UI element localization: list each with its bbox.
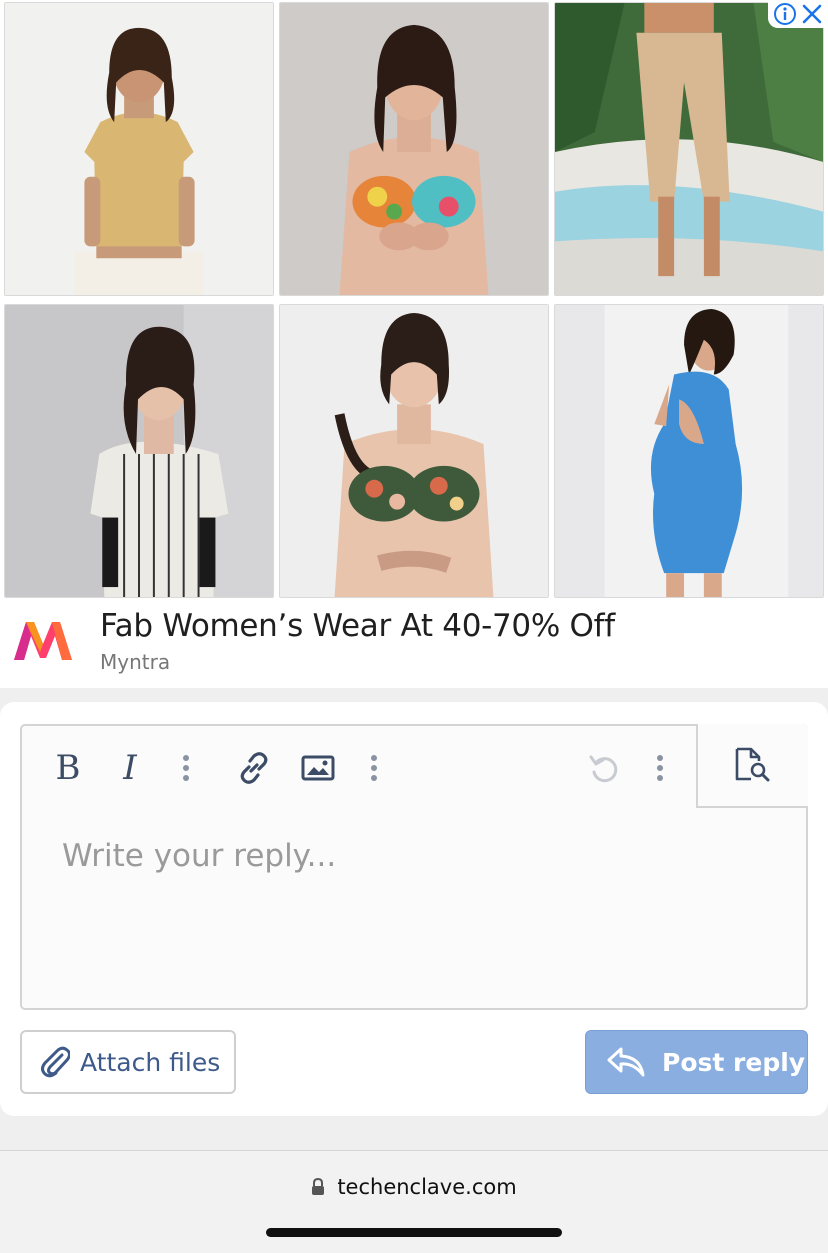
ad-banner[interactable]: Fab Women’s Wear At 40-70% Off Myntra	[0, 0, 828, 688]
more-insert-options-button[interactable]	[350, 744, 398, 792]
italic-button[interactable]: I	[106, 744, 154, 792]
preview-button[interactable]	[696, 724, 808, 808]
vertical-dots-icon	[183, 755, 189, 781]
undo-button[interactable]	[580, 744, 628, 792]
product-image-crochet-skirt[interactable]	[554, 2, 824, 296]
ad-brand-row[interactable]: Fab Women’s Wear At 40-70% Off Myntra	[0, 600, 828, 688]
ad-headline[interactable]: Fab Women’s Wear At 40-70% Off	[100, 608, 615, 644]
more-text-options-button[interactable]	[162, 744, 210, 792]
adchoices-info-icon[interactable]	[773, 2, 797, 26]
vertical-dots-icon	[657, 755, 663, 781]
editor-toolbar: B I	[22, 724, 808, 808]
more-options-button[interactable]	[636, 744, 684, 792]
rich-text-editor: B I Write your reply...	[20, 724, 808, 1010]
ad-product-grid	[4, 2, 824, 598]
attach-files-button[interactable]: Attach files	[20, 1030, 236, 1094]
lock-icon	[311, 1178, 325, 1196]
url-display[interactable]: techenclave.com	[0, 1175, 828, 1199]
product-image-beige-crop-top[interactable]	[4, 2, 274, 296]
close-ad-icon[interactable]	[801, 3, 823, 25]
product-image-printed-kurta-top[interactable]	[4, 304, 274, 598]
bold-icon: B	[55, 748, 81, 788]
product-image-green-floral-bra[interactable]	[279, 304, 549, 598]
reply-arrow-icon	[606, 1045, 646, 1079]
attach-files-label: Attach files	[80, 1047, 221, 1077]
insert-image-button[interactable]	[294, 744, 342, 792]
ad-controls	[768, 0, 828, 28]
insert-link-button[interactable]	[230, 744, 278, 792]
url-text: techenclave.com	[337, 1175, 517, 1199]
reply-form: B I Write your reply... Attach files Pos…	[0, 702, 828, 1116]
product-image-blue-bodycon-dress[interactable]	[554, 304, 824, 598]
myntra-logo-icon	[10, 616, 76, 666]
ad-advertiser-name: Myntra	[100, 650, 171, 674]
reply-textarea[interactable]: Write your reply...	[62, 838, 336, 874]
post-reply-label: Post reply	[662, 1047, 806, 1077]
undo-icon	[589, 755, 618, 783]
browser-address-bar[interactable]: techenclave.com	[0, 1150, 828, 1253]
paperclip-icon	[40, 1045, 70, 1079]
preview-document-search-icon	[735, 747, 770, 782]
vertical-dots-icon	[371, 755, 377, 781]
link-icon	[240, 752, 268, 784]
bold-button[interactable]: B	[44, 744, 92, 792]
product-image-floral-bra[interactable]	[279, 2, 549, 296]
image-icon	[301, 755, 335, 781]
home-indicator[interactable]	[266, 1228, 562, 1237]
italic-icon: I	[123, 748, 137, 788]
post-reply-button[interactable]: Post reply	[585, 1030, 808, 1094]
